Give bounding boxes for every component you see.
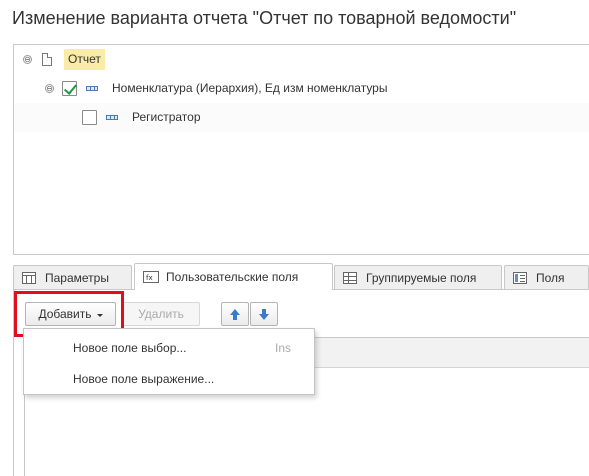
- delete-button[interactable]: Удалить: [122, 302, 200, 326]
- tab-custom-fields[interactable]: fx Пользовательские поля: [134, 263, 333, 290]
- move-down-button[interactable]: [250, 302, 278, 326]
- collapse-icon[interactable]: ⊖: [23, 55, 32, 64]
- tab-label: Группируемые поля: [366, 270, 477, 285]
- grouping-field-icon: [86, 86, 98, 91]
- tab-label: Параметры: [45, 270, 109, 285]
- tree-row-nomenclature[interactable]: ⊖ Номенклатура (Иерархия), Ед изм номенк…: [14, 74, 589, 103]
- svg-text:fx: fx: [146, 274, 153, 282]
- fx-icon: fx: [143, 271, 159, 283]
- menu-item-label: Новое поле выражение...: [73, 372, 215, 386]
- menu-item-shortcut: Ins: [275, 341, 292, 355]
- registrar-checkbox[interactable]: [82, 110, 97, 125]
- tree-root-label[interactable]: Отчет: [64, 49, 105, 70]
- parameters-icon: [22, 271, 36, 284]
- tab-label: Пользовательские поля: [166, 270, 299, 284]
- delete-button-label: Удалить: [138, 307, 184, 321]
- tree-item-label[interactable]: Регистратор: [132, 103, 201, 132]
- tree-item-label[interactable]: Номенклатура (Иерархия), Ед изм номенкла…: [112, 74, 387, 103]
- report-document-icon: [42, 53, 52, 66]
- fields-icon: [513, 271, 527, 284]
- settings-tabs: Параметры fx Пользовательские поля Групп…: [13, 263, 589, 290]
- tree-row-root[interactable]: ⊖ Отчет: [14, 45, 589, 74]
- menu-item-new-expression-field[interactable]: Новое поле выражение...: [24, 365, 314, 393]
- move-up-button[interactable]: [221, 302, 249, 326]
- collapse-icon[interactable]: ⊖: [45, 84, 54, 93]
- tab-parameters[interactable]: Параметры: [13, 265, 132, 289]
- structure-tree[interactable]: ⊖ Отчет ⊖ Номенклатура (Иерархия), Ед из…: [13, 44, 589, 255]
- tab-groupable-fields[interactable]: Группируемые поля: [334, 265, 502, 289]
- window-title: Изменение варианта отчета "Отчет по това…: [12, 8, 517, 28]
- arrow-down-icon: [259, 309, 269, 320]
- grouping-field-icon: [106, 115, 118, 120]
- grouping-icon: [343, 271, 357, 284]
- tab-fields[interactable]: Поля: [504, 265, 589, 289]
- menu-item-label: Новое поле выбор...: [73, 341, 187, 355]
- tree-row-registrar[interactable]: Регистратор: [14, 103, 589, 132]
- add-dropdown-menu: Новое поле выбор... Ins Новое поле выраж…: [23, 328, 315, 395]
- menu-item-new-selection-field[interactable]: Новое поле выбор... Ins: [24, 334, 314, 362]
- arrow-up-icon: [230, 309, 240, 320]
- tab-label: Поля: [536, 270, 565, 285]
- nomenclature-checkbox[interactable]: [62, 81, 77, 96]
